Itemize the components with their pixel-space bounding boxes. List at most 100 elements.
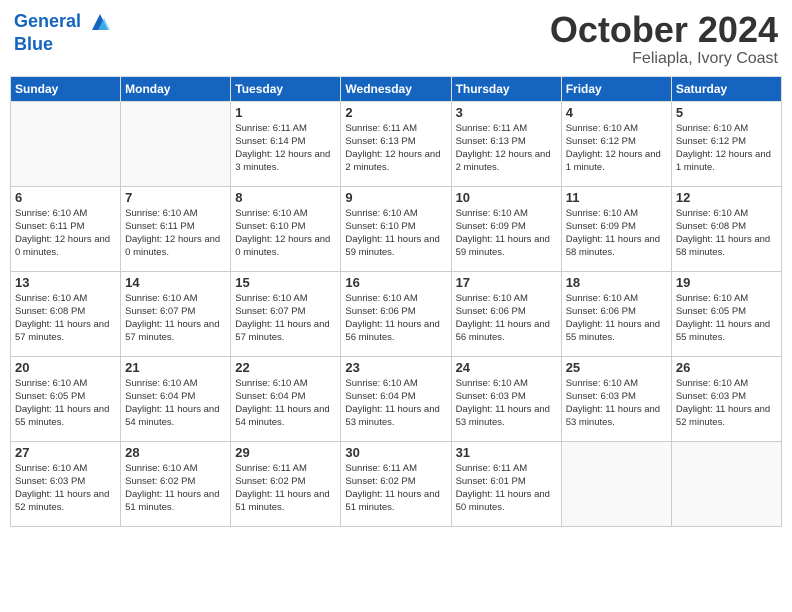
day-number: 12 <box>676 190 777 205</box>
cell-info: Sunrise: 6:10 AM Sunset: 6:03 PM Dayligh… <box>676 377 777 430</box>
day-number: 19 <box>676 275 777 290</box>
day-number: 17 <box>456 275 557 290</box>
calendar-cell: 3Sunrise: 6:11 AM Sunset: 6:13 PM Daylig… <box>451 101 561 186</box>
calendar-cell: 5Sunrise: 6:10 AM Sunset: 6:12 PM Daylig… <box>671 101 781 186</box>
calendar-cell <box>11 101 121 186</box>
calendar-cell: 2Sunrise: 6:11 AM Sunset: 6:13 PM Daylig… <box>341 101 451 186</box>
weekday-header-monday: Monday <box>121 76 231 101</box>
calendar-cell: 25Sunrise: 6:10 AM Sunset: 6:03 PM Dayli… <box>561 356 671 441</box>
cell-info: Sunrise: 6:10 AM Sunset: 6:06 PM Dayligh… <box>345 292 446 345</box>
cell-info: Sunrise: 6:10 AM Sunset: 6:05 PM Dayligh… <box>676 292 777 345</box>
day-number: 6 <box>15 190 116 205</box>
cell-info: Sunrise: 6:10 AM Sunset: 6:04 PM Dayligh… <box>345 377 446 430</box>
weekday-header-thursday: Thursday <box>451 76 561 101</box>
cell-info: Sunrise: 6:11 AM Sunset: 6:13 PM Dayligh… <box>345 122 446 175</box>
cell-info: Sunrise: 6:11 AM Sunset: 6:02 PM Dayligh… <box>235 462 336 515</box>
day-number: 9 <box>345 190 446 205</box>
weekday-header-sunday: Sunday <box>11 76 121 101</box>
calendar-cell <box>121 101 231 186</box>
calendar-cell: 27Sunrise: 6:10 AM Sunset: 6:03 PM Dayli… <box>11 441 121 526</box>
calendar-cell: 29 Sunrise: 6:11 AM Sunset: 6:02 PM Dayli… <box>231 441 341 526</box>
logo: General Blue <box>14 10 112 55</box>
calendar-cell <box>561 441 671 526</box>
day-number: 23 <box>345 360 446 375</box>
cell-info: Sunrise: 6:10 AM Sunset: 6:12 PM Dayligh… <box>566 122 667 175</box>
calendar-cell: 22 Sunrise: 6:10 AM Sunset: 6:04 PM Dayli… <box>231 356 341 441</box>
cell-info: Sunrise: 6:10 AM Sunset: 6:06 PM Dayligh… <box>456 292 557 345</box>
calendar-cell: 16 Sunrise: 6:10 AM Sunset: 6:06 PM Dayli… <box>341 271 451 356</box>
weekday-header-tuesday: Tuesday <box>231 76 341 101</box>
calendar-cell: 28 Sunrise: 6:10 AM Sunset: 6:02 PM Dayli… <box>121 441 231 526</box>
week-row-1: 1Sunrise: 6:11 AM Sunset: 6:14 PM Daylig… <box>11 101 782 186</box>
day-number: 1 <box>235 105 336 120</box>
calendar-cell: 12 Sunrise: 6:10 AM Sunset: 6:08 PM Dayli… <box>671 186 781 271</box>
calendar-cell: 14 Sunrise: 6:10 AM Sunset: 6:07 PM Dayli… <box>121 271 231 356</box>
calendar-cell: 18 Sunrise: 6:10 AM Sunset: 6:06 PM Dayli… <box>561 271 671 356</box>
weekday-header-wednesday: Wednesday <box>341 76 451 101</box>
calendar-cell: 26 Sunrise: 6:10 AM Sunset: 6:03 PM Dayli… <box>671 356 781 441</box>
weekday-header-row: SundayMondayTuesdayWednesdayThursdayFrid… <box>11 76 782 101</box>
cell-info: Sunrise: 6:10 AM Sunset: 6:05 PM Dayligh… <box>15 377 116 430</box>
cell-info: Sunrise: 6:10 AM Sunset: 6:11 PM Dayligh… <box>125 207 226 260</box>
calendar-cell: 8Sunrise: 6:10 AM Sunset: 6:10 PM Daylig… <box>231 186 341 271</box>
cell-info: Sunrise: 6:10 AM Sunset: 6:07 PM Dayligh… <box>235 292 336 345</box>
day-number: 29 <box>235 445 336 460</box>
calendar-cell: 24 Sunrise: 6:10 AM Sunset: 6:03 PM Dayli… <box>451 356 561 441</box>
week-row-4: 20 Sunrise: 6:10 AM Sunset: 6:05 PM Dayli… <box>11 356 782 441</box>
day-number: 30 <box>345 445 446 460</box>
logo-text: General <box>14 10 112 34</box>
calendar-cell: 4 Sunrise: 6:10 AM Sunset: 6:12 PM Daylig… <box>561 101 671 186</box>
day-number: 4 <box>566 105 667 120</box>
day-number: 18 <box>566 275 667 290</box>
cell-info: Sunrise: 6:11 AM Sunset: 6:01 PM Dayligh… <box>456 462 557 515</box>
calendar-cell: 7Sunrise: 6:10 AM Sunset: 6:11 PM Daylig… <box>121 186 231 271</box>
calendar-cell: 20 Sunrise: 6:10 AM Sunset: 6:05 PM Dayli… <box>11 356 121 441</box>
day-number: 8 <box>235 190 336 205</box>
day-number: 15 <box>235 275 336 290</box>
logo-icon <box>88 10 112 34</box>
cell-info: Sunrise: 6:10 AM Sunset: 6:02 PM Dayligh… <box>125 462 226 515</box>
day-number: 31 <box>456 445 557 460</box>
cell-info: Sunrise: 6:10 AM Sunset: 6:09 PM Dayligh… <box>566 207 667 260</box>
day-number: 26 <box>676 360 777 375</box>
calendar-cell: 9Sunrise: 6:10 AM Sunset: 6:10 PM Daylig… <box>341 186 451 271</box>
cell-info: Sunrise: 6:10 AM Sunset: 6:09 PM Dayligh… <box>456 207 557 260</box>
calendar-cell: 10 Sunrise: 6:10 AM Sunset: 6:09 PM Dayli… <box>451 186 561 271</box>
cell-info: Sunrise: 6:10 AM Sunset: 6:11 PM Dayligh… <box>15 207 116 260</box>
cell-info: Sunrise: 6:10 AM Sunset: 6:03 PM Dayligh… <box>15 462 116 515</box>
cell-info: Sunrise: 6:10 AM Sunset: 6:06 PM Dayligh… <box>566 292 667 345</box>
day-number: 16 <box>345 275 446 290</box>
calendar-cell: 13 Sunrise: 6:10 AM Sunset: 6:08 PM Dayli… <box>11 271 121 356</box>
cell-info: Sunrise: 6:10 AM Sunset: 6:04 PM Dayligh… <box>235 377 336 430</box>
week-row-5: 27Sunrise: 6:10 AM Sunset: 6:03 PM Dayli… <box>11 441 782 526</box>
day-number: 10 <box>456 190 557 205</box>
day-number: 3 <box>456 105 557 120</box>
week-row-2: 6 Sunrise: 6:10 AM Sunset: 6:11 PM Daylig… <box>11 186 782 271</box>
day-number: 11 <box>566 190 667 205</box>
cell-info: Sunrise: 6:10 AM Sunset: 6:08 PM Dayligh… <box>15 292 116 345</box>
day-number: 21 <box>125 360 226 375</box>
day-number: 24 <box>456 360 557 375</box>
calendar-table: SundayMondayTuesdayWednesdayThursdayFrid… <box>10 76 782 527</box>
day-number: 13 <box>15 275 116 290</box>
calendar-cell: 21Sunrise: 6:10 AM Sunset: 6:04 PM Dayli… <box>121 356 231 441</box>
weekday-header-friday: Friday <box>561 76 671 101</box>
day-number: 25 <box>566 360 667 375</box>
calendar-cell: 19 Sunrise: 6:10 AM Sunset: 6:05 PM Dayli… <box>671 271 781 356</box>
calendar-cell: 30Sunrise: 6:11 AM Sunset: 6:02 PM Dayli… <box>341 441 451 526</box>
week-row-3: 13 Sunrise: 6:10 AM Sunset: 6:08 PM Dayli… <box>11 271 782 356</box>
cell-info: Sunrise: 6:10 AM Sunset: 6:08 PM Dayligh… <box>676 207 777 260</box>
cell-info: Sunrise: 6:10 AM Sunset: 6:03 PM Dayligh… <box>456 377 557 430</box>
title-area: October 2024 Feliapla, Ivory Coast <box>550 10 778 68</box>
day-number: 28 <box>125 445 226 460</box>
page-header: General Blue October 2024 Feliapla, Ivor… <box>10 10 782 68</box>
cell-info: Sunrise: 6:10 AM Sunset: 6:07 PM Dayligh… <box>125 292 226 345</box>
day-number: 20 <box>15 360 116 375</box>
day-number: 14 <box>125 275 226 290</box>
calendar-cell: 11 Sunrise: 6:10 AM Sunset: 6:09 PM Dayli… <box>561 186 671 271</box>
calendar-cell: 6 Sunrise: 6:10 AM Sunset: 6:11 PM Daylig… <box>11 186 121 271</box>
month-title: October 2024 <box>550 10 778 50</box>
location: Feliapla, Ivory Coast <box>550 50 778 68</box>
cell-info: Sunrise: 6:10 AM Sunset: 6:12 PM Dayligh… <box>676 122 777 175</box>
day-number: 22 <box>235 360 336 375</box>
